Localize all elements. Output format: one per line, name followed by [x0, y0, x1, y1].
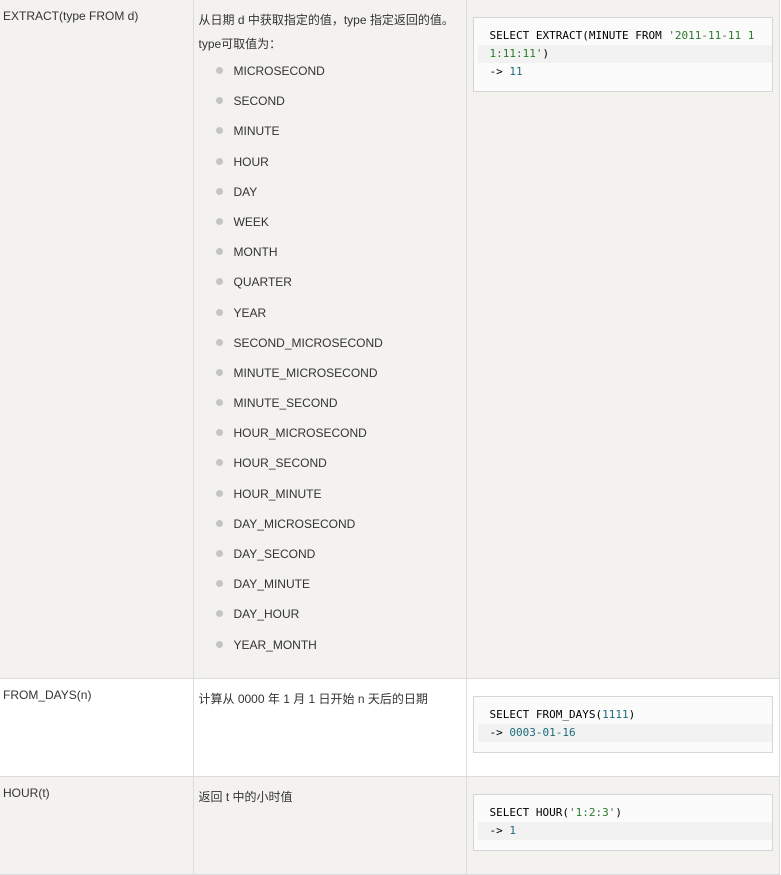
function-name: EXTRACT(type FROM d)	[3, 9, 139, 23]
list-item: QUARTER	[215, 273, 466, 303]
type-value: HOUR_MICROSECOND	[233, 426, 367, 441]
list-item: HOUR	[215, 153, 466, 183]
table-row: HOUR(t) 返回 t 中的小时值 SELECT HOUR('1:2:3') …	[0, 776, 780, 875]
type-value: SECOND_MICROSECOND	[233, 335, 383, 350]
bullet-icon	[215, 610, 223, 618]
list-item: HOUR_MINUTE	[215, 485, 466, 515]
code-line: SELECT HOUR('1:2:3')	[489, 805, 622, 819]
bullet-icon	[215, 217, 223, 225]
bullet-icon	[215, 368, 223, 376]
list-item: MONTH	[215, 243, 466, 273]
type-value: DAY_HOUR	[233, 607, 300, 622]
list-item: SECOND_MICROSECOND	[215, 334, 466, 364]
type-value: MINUTE	[233, 124, 280, 139]
type-value: MONTH	[233, 245, 278, 260]
bullet-icon	[215, 127, 223, 135]
description-cell: 从日期 d 中获取指定的值，type 指定返回的值。 type可取值为： MIC…	[193, 0, 467, 679]
list-item: DAY_SECOND	[215, 545, 466, 575]
description-line: type可取值为：	[198, 37, 282, 51]
bullet-icon	[215, 489, 223, 497]
type-value: DAY	[233, 184, 258, 199]
example-cell: SELECT FROM_DAYS(1111) -> 0003-01-16	[466, 678, 780, 777]
list-item: MINUTE_MICROSECOND	[215, 364, 466, 394]
example-cell: SELECT HOUR('1:2:3') -> 1	[466, 776, 780, 875]
function-name: HOUR(t)	[3, 785, 50, 800]
bullet-icon	[215, 459, 223, 467]
description-text: 计算从 0000 年 1 月 1 日开始 n 天后的日期	[198, 691, 428, 706]
type-value: SECOND	[233, 94, 285, 109]
list-item: DAY_HOUR	[215, 605, 466, 635]
bullet-icon	[215, 187, 223, 195]
bullet-icon	[215, 67, 223, 74]
bullet-icon	[215, 429, 223, 437]
code-line: 1:11:11')	[477, 45, 772, 63]
list-item: DAY	[215, 183, 466, 213]
type-value: YEAR	[233, 305, 267, 320]
list-item: SECOND	[215, 92, 466, 122]
function-name-cell: EXTRACT(type FROM d)	[0, 0, 194, 679]
list-item: HOUR_SECOND	[215, 454, 466, 484]
list-item: MICROSECOND	[215, 62, 466, 92]
type-values-list: MICROSECOND SECOND MINUTE HOUR DAY WEEK …	[199, 56, 466, 678]
list-item: YEAR_MONTH	[215, 636, 466, 666]
function-table: EXTRACT(type FROM d) 从日期 d 中获取指定的值，type …	[0, 0, 780, 875]
bullet-icon	[215, 519, 223, 527]
bullet-icon	[215, 338, 223, 346]
type-value: MICROSECOND	[233, 64, 325, 78]
list-item: DAY_MINUTE	[215, 575, 466, 605]
bullet-icon	[215, 97, 223, 105]
bullet-icon	[215, 157, 223, 165]
function-name-cell: FROM_DAYS(n)	[0, 678, 194, 777]
type-value: HOUR_MINUTE	[233, 486, 322, 501]
code-line: -> 11	[489, 65, 523, 78]
bullet-icon	[215, 278, 223, 286]
bullet-icon	[215, 308, 223, 316]
description-text: 从日期 d 中获取指定的值，type 指定返回的值。 type可取值为：	[199, 8, 466, 56]
function-name: FROM_DAYS(n)	[3, 687, 92, 702]
type-value: DAY_MICROSECOND	[233, 516, 356, 531]
code-example[interactable]: SELECT EXTRACT(MINUTE FROM '2011-11-11 1…	[472, 17, 773, 92]
list-item: MINUTE_SECOND	[215, 394, 466, 424]
code-line: SELECT FROM_DAYS(1111)	[489, 707, 636, 721]
type-value: HOUR	[233, 154, 269, 169]
code-line: -> 1	[477, 821, 772, 840]
bullet-icon	[215, 640, 223, 648]
list-item: WEEK	[215, 213, 466, 243]
type-value: MINUTE_MICROSECOND	[233, 365, 378, 380]
type-value: DAY_SECOND	[233, 547, 316, 561]
description-cell: 计算从 0000 年 1 月 1 日开始 n 天后的日期	[193, 678, 467, 777]
bullet-icon	[215, 580, 223, 588]
description-cell: 返回 t 中的小时值	[193, 776, 467, 875]
code-line: -> 0003-01-16	[477, 723, 772, 742]
function-name-cell: HOUR(t)	[0, 776, 194, 875]
type-value: WEEK	[233, 214, 269, 229]
bullet-icon	[215, 550, 223, 557]
type-value: YEAR_MONTH	[233, 637, 317, 652]
type-value: QUARTER	[233, 275, 292, 290]
bullet-icon	[215, 248, 223, 256]
code-example[interactable]: SELECT HOUR('1:2:3') -> 1	[472, 793, 773, 851]
type-value: DAY_MINUTE	[233, 577, 310, 592]
table-row: FROM_DAYS(n) 计算从 0000 年 1 月 1 日开始 n 天后的日…	[0, 678, 780, 777]
description-text: 返回 t 中的小时值	[198, 789, 293, 804]
type-value: MINUTE_SECOND	[233, 396, 338, 411]
list-item: MINUTE	[215, 122, 466, 152]
list-item: DAY_MICROSECOND	[215, 515, 466, 545]
code-line: SELECT EXTRACT(MINUTE FROM '2011-11-11 1	[489, 29, 755, 42]
list-item: YEAR	[215, 304, 466, 334]
type-value: HOUR_SECOND	[233, 456, 327, 471]
code-example[interactable]: SELECT FROM_DAYS(1111) -> 0003-01-16	[472, 695, 773, 753]
table-row: EXTRACT(type FROM d) 从日期 d 中获取指定的值，type …	[0, 0, 780, 679]
bullet-icon	[215, 399, 223, 407]
example-cell: SELECT EXTRACT(MINUTE FROM '2011-11-11 1…	[466, 0, 780, 679]
description-line: 从日期 d 中获取指定的值，type 指定返回的值。	[198, 13, 454, 27]
list-item: HOUR_MICROSECOND	[215, 424, 466, 454]
